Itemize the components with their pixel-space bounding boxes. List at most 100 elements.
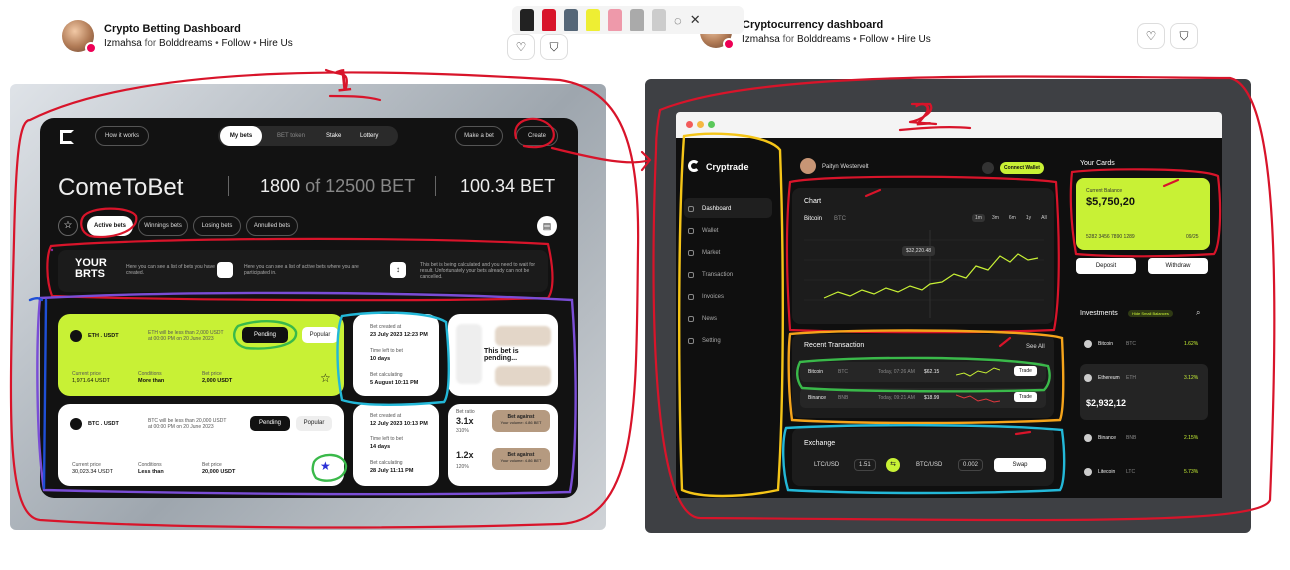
info-heading: YOUR BRTS xyxy=(75,257,107,280)
transaction-time: Today, 09:21 AM xyxy=(878,395,915,401)
how-it-works-button[interactable]: How it works xyxy=(95,126,149,146)
calc-label: Bet calculating xyxy=(370,372,403,378)
tab-winning-bets[interactable]: Winnings bets xyxy=(138,216,188,236)
make-bet-button[interactable]: Make a bet xyxy=(455,126,503,146)
hide-small-balances-badge[interactable]: Hide Small Balances xyxy=(1128,310,1173,317)
star-filled-icon[interactable]: ★ xyxy=(320,459,331,473)
tab-lottery[interactable]: Lottery xyxy=(360,133,378,139)
tab-bet-token[interactable]: BET token xyxy=(277,133,305,139)
chat-icon[interactable] xyxy=(982,162,994,174)
tab-stake[interactable]: Stake xyxy=(326,133,341,139)
window-minimize-dot[interactable] xyxy=(697,121,704,128)
bet-against-button[interactable]: Bet against Your volume: 4.86 BET xyxy=(492,448,550,470)
like-button[interactable]: ♡ xyxy=(507,34,535,60)
shot-title[interactable]: Cryptocurrency dashboard xyxy=(742,19,931,31)
connect-wallet-button[interactable]: Connect Wallet xyxy=(1000,162,1044,174)
investment-row[interactable]: Litecoin LTC 5.73% xyxy=(1080,458,1208,488)
balance-label: Current Balance xyxy=(1086,188,1123,194)
to-amount[interactable]: 0.002 xyxy=(958,459,984,471)
transaction-row[interactable]: Binance BNB Today, 09:21 AM $18.99 Trade xyxy=(800,388,1046,408)
coin-ticker: BNB xyxy=(1126,435,1137,441)
tab-losing-bets[interactable]: Losing bets xyxy=(193,216,241,236)
tab-annulled-bets[interactable]: Annulled bets xyxy=(246,216,298,236)
team-link[interactable]: Bolddreams xyxy=(159,38,212,49)
author-link[interactable]: Izmahsa xyxy=(104,38,142,49)
to-pair[interactable]: BTC/USD xyxy=(916,462,942,468)
swap-arrows-icon[interactable]: ⇆ xyxy=(886,458,900,472)
pen-blue-icon[interactable] xyxy=(564,9,578,31)
author-link[interactable]: Izmahsa xyxy=(742,34,780,45)
pen-red-icon[interactable] xyxy=(542,9,556,31)
window-maximize-dot[interactable] xyxy=(708,121,715,128)
save-button[interactable]: ⛉ xyxy=(540,34,568,60)
time-left: 10 days xyxy=(370,356,391,362)
lasso-icon[interactable]: ◌ xyxy=(674,13,682,28)
see-all-link[interactable]: See All xyxy=(1026,344,1045,350)
range-tab-1y[interactable]: 1y xyxy=(1023,214,1034,222)
sidebar-item-news[interactable]: News xyxy=(688,308,733,330)
hire-link[interactable]: Hire Us xyxy=(259,38,292,49)
hire-link[interactable]: Hire Us xyxy=(897,34,930,45)
eraser-icon[interactable] xyxy=(608,9,622,31)
chart-coin[interactable]: Bitcoin xyxy=(804,216,822,222)
from-pair[interactable]: LTC/USD xyxy=(814,462,839,468)
sidebar-item-label: Wallet xyxy=(702,228,719,234)
withdraw-button[interactable]: Withdraw xyxy=(1148,258,1208,274)
sidebar-item-invoices[interactable]: Invoices xyxy=(688,286,733,308)
follow-link[interactable]: Follow xyxy=(859,34,888,45)
window-close-dot[interactable] xyxy=(686,121,693,128)
created-at: 23 July 2023 12:23 PM xyxy=(370,332,428,338)
coin-ticker: BTC xyxy=(838,369,848,375)
trade-button[interactable]: Trade xyxy=(1014,366,1037,376)
page: Crypto Betting Dashboard Izmahsa for Bol… xyxy=(0,0,1290,570)
deposit-button[interactable]: Deposit xyxy=(1076,258,1136,274)
blurred-button xyxy=(495,366,551,386)
shot-title[interactable]: Crypto Betting Dashboard xyxy=(104,23,293,35)
team-link[interactable]: Bolddreams xyxy=(797,34,850,45)
menu-market-icon xyxy=(688,250,694,256)
menu-news-icon xyxy=(688,316,694,322)
investment-row[interactable]: Binance BNB 2.15% xyxy=(1080,424,1208,454)
create-button[interactable]: Create xyxy=(516,126,558,146)
range-tab-all[interactable]: All xyxy=(1038,214,1050,222)
search-icon[interactable]: ⌕ xyxy=(1196,308,1200,318)
sidebar-item-setting[interactable]: Setting xyxy=(688,330,733,352)
from-amount[interactable]: 1.51 xyxy=(854,459,876,471)
follow-link[interactable]: Follow xyxy=(221,38,250,49)
range-tab-1m[interactable]: 1m xyxy=(972,214,985,222)
save-button[interactable]: ⛉ xyxy=(1170,23,1198,49)
sidebar-item-wallet[interactable]: Wallet xyxy=(688,220,733,242)
sidebar-item-dashboard[interactable]: Dashboard xyxy=(688,198,733,220)
trade-button[interactable]: Trade xyxy=(1014,392,1037,402)
close-icon[interactable]: ✕ xyxy=(690,12,701,28)
popular-tag: Popular xyxy=(296,416,332,431)
swap-button[interactable]: Swap xyxy=(994,458,1046,472)
sidebar-item-market[interactable]: Market xyxy=(688,242,733,264)
marker-icon[interactable] xyxy=(630,9,644,31)
investment-row[interactable]: Bitcoin BTC 1.62% xyxy=(1080,330,1208,360)
sidebar-item-transaction[interactable]: Transaction xyxy=(688,264,733,286)
range-tab-6m[interactable]: 6m xyxy=(1006,214,1019,222)
investment-row[interactable]: Ethereum ETH 3.12% $2,932,12 xyxy=(1080,364,1208,420)
avatar[interactable] xyxy=(62,20,97,54)
transaction-row[interactable]: Bitcoin BTC Today, 07:26 AM $62.15 Trade xyxy=(800,362,1046,382)
ethereum-icon xyxy=(1084,374,1092,382)
like-button[interactable]: ♡ xyxy=(1137,23,1165,49)
copy-icon[interactable]: ▤ xyxy=(537,216,557,236)
highlighter-icon[interactable] xyxy=(586,9,600,31)
bookmark-icon: ⛉ xyxy=(549,39,559,54)
tab-my-bets[interactable]: My bets xyxy=(220,126,262,146)
button-sub: Your volume: 4.86 BET xyxy=(500,420,542,425)
button-sub: Your volume: 4.86 BET xyxy=(500,458,542,463)
condition: Less than xyxy=(138,469,164,475)
avatar[interactable] xyxy=(800,158,816,174)
star-icon[interactable]: ☆ xyxy=(320,371,331,385)
favorite-filter-icon[interactable]: ☆ xyxy=(58,216,78,236)
pen-black-icon[interactable] xyxy=(520,9,534,31)
tab-active-bets[interactable]: Active bets xyxy=(87,216,133,236)
ruler-icon[interactable] xyxy=(652,9,666,31)
range-tab-3m[interactable]: 3m xyxy=(989,214,1002,222)
bet-against-button[interactable]: Bet against Your volume: 4.86 BET xyxy=(492,410,550,432)
divider xyxy=(435,176,436,196)
exchange-title: Exchange xyxy=(804,440,836,447)
